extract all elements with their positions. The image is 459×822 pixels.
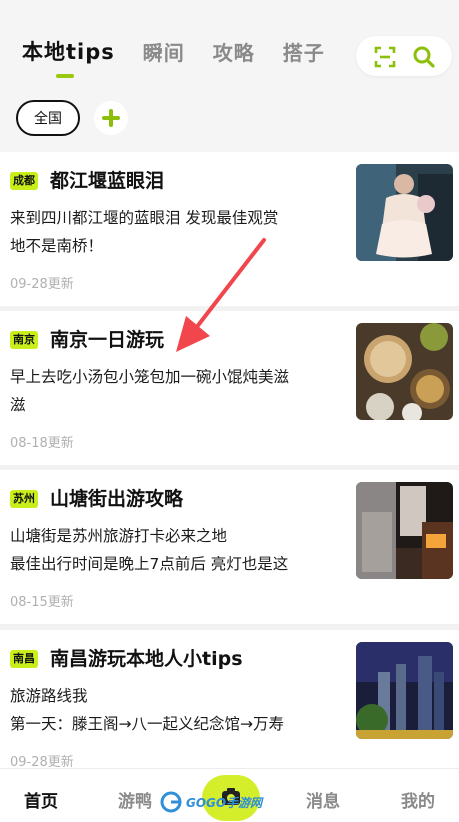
- watermark: GOGO手游网: [160, 782, 262, 822]
- tab-local-tips[interactable]: 本地tips: [22, 36, 115, 78]
- list-item[interactable]: 成都 都江堰蓝眼泪 来到四川都江堰的蓝眼泪 发现最佳观赏 地不是南桥！ 09-2…: [0, 152, 459, 306]
- city-tag: 南京: [10, 331, 38, 349]
- card-thumbnail[interactable]: [356, 164, 453, 261]
- nav-messages[interactable]: 消息: [306, 787, 340, 812]
- description-line: 早上去吃小汤包小笼包加一碗小馄炖美滋: [10, 368, 290, 386]
- description-line: 山塘街是苏州旅游打卡必来之地: [10, 527, 228, 545]
- card-thumbnail[interactable]: [356, 323, 453, 420]
- search-icon[interactable]: [412, 45, 436, 69]
- city-tag: 南昌: [10, 650, 38, 668]
- region-selector-button[interactable]: 全国: [16, 100, 80, 136]
- list-item[interactable]: 南昌 南昌游玩本地人小tips 旅游路线我 第一天：滕王阁→八一起义纪念馆→万寿…: [0, 630, 459, 784]
- description-line: 旅游路线我: [10, 687, 88, 705]
- card-thumbnail[interactable]: [356, 482, 453, 579]
- tab-moments[interactable]: 瞬间: [143, 37, 185, 66]
- active-tab-indicator: [56, 74, 74, 78]
- update-date: 09-28更新: [10, 277, 74, 292]
- card-description: 旅游路线我 第一天：滕王阁→八一起义纪念馆→万寿: [10, 682, 340, 738]
- card-description: 山塘街是苏州旅游打卡必来之地 最佳出行时间是晚上7点前后 亮灯也是这: [10, 522, 340, 578]
- search-pill: [356, 36, 452, 76]
- card-thumbnail[interactable]: [356, 642, 453, 739]
- description-line: 最佳出行时间是晚上7点前后 亮灯也是这: [10, 555, 289, 573]
- tab-buddies[interactable]: 搭子: [283, 37, 325, 66]
- watermark-text: GOGO手游网: [186, 795, 263, 810]
- city-tag: 成都: [10, 172, 38, 190]
- card-title: 都江堰蓝眼泪: [50, 170, 165, 192]
- watermark-logo-icon: [160, 791, 182, 813]
- update-date: 08-15更新: [10, 595, 74, 610]
- tab-guides[interactable]: 攻略: [213, 37, 255, 66]
- tab-label: 本地tips: [22, 40, 115, 64]
- add-region-button[interactable]: [94, 101, 128, 135]
- description-line: 地不是南桥！: [10, 237, 104, 255]
- description-line: 滋: [10, 396, 26, 414]
- nav-youya[interactable]: 游鸭: [118, 787, 152, 812]
- nav-profile[interactable]: 我的: [401, 787, 435, 812]
- card-description: 早上去吃小汤包小笼包加一碗小馄炖美滋 滋: [10, 363, 340, 419]
- header: 本地tips 瞬间 攻略 搭子 全国: [0, 0, 459, 152]
- description-line: 来到四川都江堰的蓝眼泪 发现最佳观赏: [10, 209, 279, 227]
- card-description: 来到四川都江堰的蓝眼泪 发现最佳观赏 地不是南桥！: [10, 204, 340, 260]
- description-line: 第一天：滕王阁→八一起义纪念馆→万寿: [10, 715, 284, 733]
- region-row: 全国: [16, 100, 128, 136]
- update-date: 08-18更新: [10, 436, 74, 451]
- list-item[interactable]: 苏州 山塘街出游攻略 山塘街是苏州旅游打卡必来之地 最佳出行时间是晚上7点前后 …: [0, 470, 459, 624]
- card-title: 南京一日游玩: [50, 329, 165, 351]
- card-title: 山塘街出游攻略: [50, 488, 184, 510]
- city-tag: 苏州: [10, 490, 38, 508]
- plus-icon-vertical: [109, 109, 113, 127]
- header-tabs: 本地tips 瞬间 攻略 搭子: [22, 36, 353, 78]
- scan-icon[interactable]: [374, 46, 396, 68]
- nav-home[interactable]: 首页: [24, 787, 58, 812]
- card-title: 南昌游玩本地人小tips: [50, 648, 243, 670]
- list-item[interactable]: 南京 南京一日游玩 早上去吃小汤包小笼包加一碗小馄炖美滋 滋 08-18更新: [0, 311, 459, 465]
